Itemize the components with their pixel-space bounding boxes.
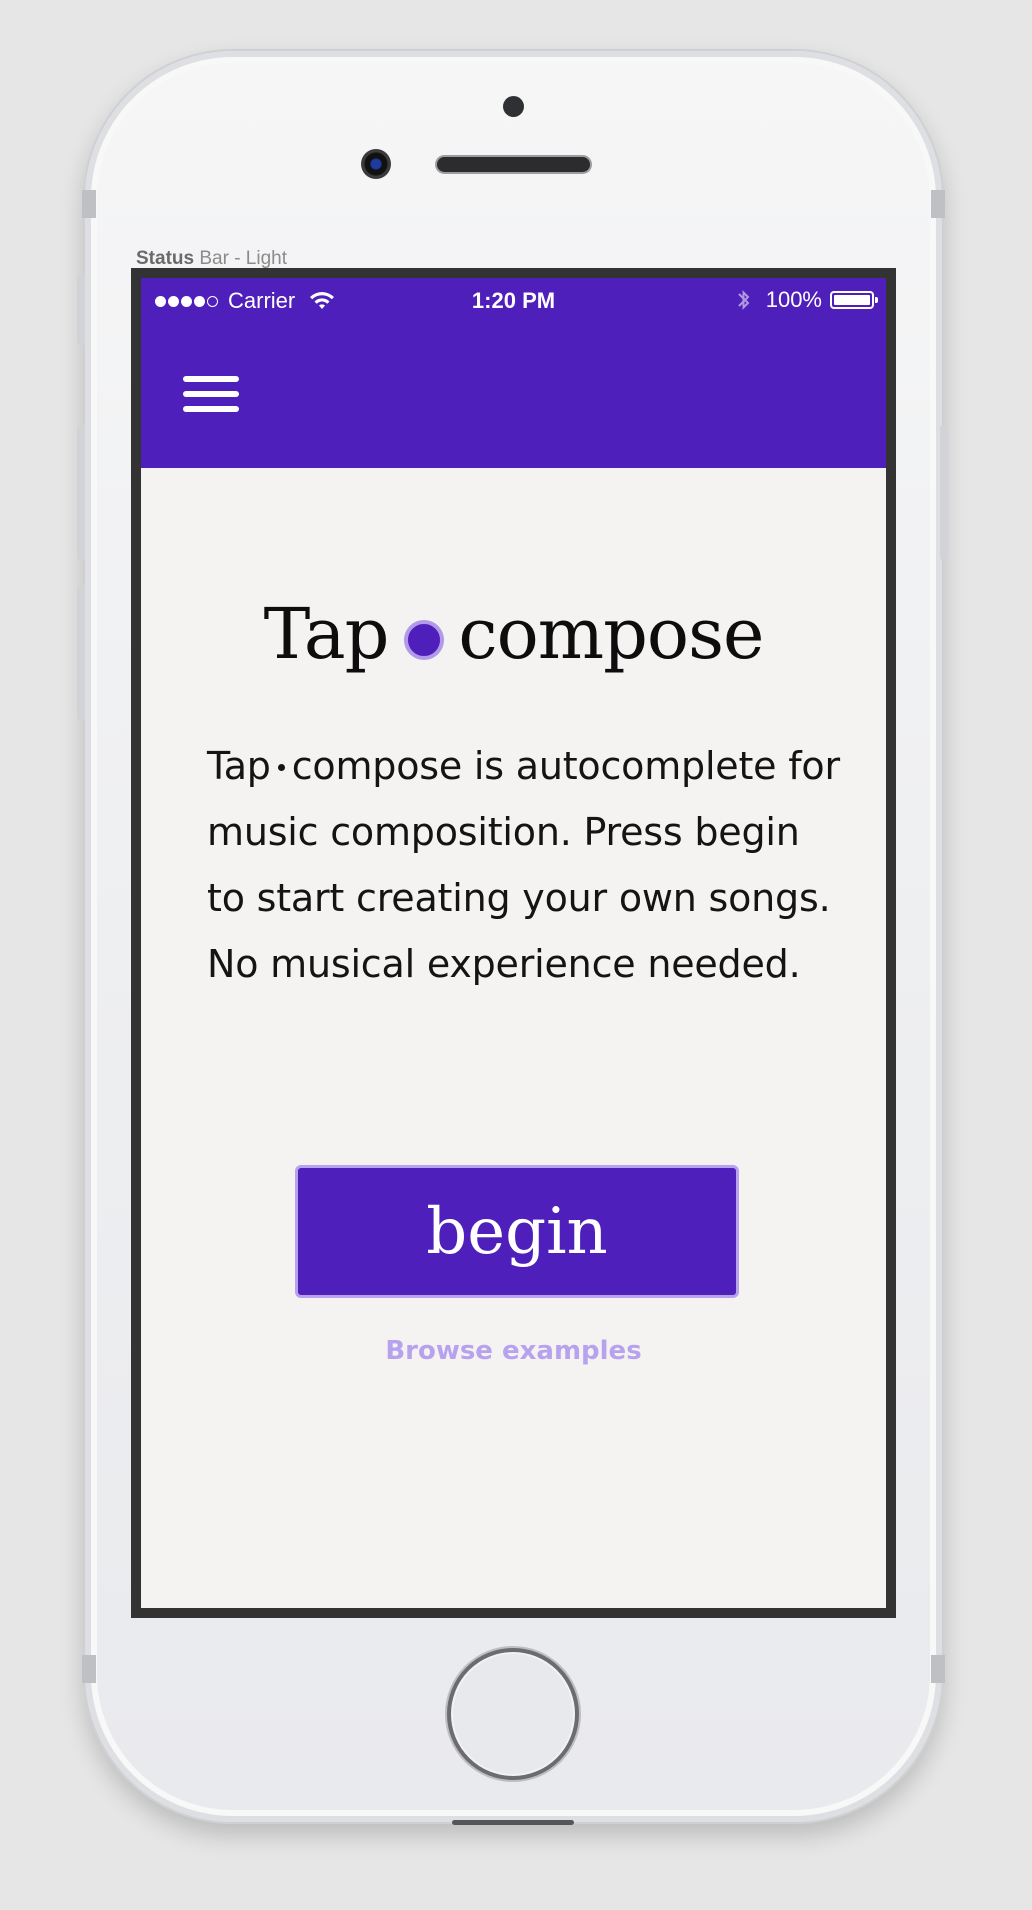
desc-text: compose is autocomplete for music compos… [207, 744, 840, 986]
proximity-sensor [503, 96, 524, 117]
bottom-edge [452, 1820, 574, 1825]
antenna-band [82, 190, 96, 218]
menu-line [183, 406, 239, 412]
status-bar: Carrier 1:20 PM 100% [141, 278, 886, 322]
screen: Carrier 1:20 PM 100% Tap compose Tap com… [131, 268, 896, 1618]
status-label-rest: Bar - Light [194, 248, 288, 269]
begin-button[interactable]: begin [295, 1165, 739, 1298]
title-word-compose: compose [458, 593, 764, 675]
home-button [447, 1648, 579, 1780]
battery-percentage: 100% [765, 287, 822, 312]
app-view: Carrier 1:20 PM 100% Tap compose Tap com… [141, 278, 886, 1608]
front-camera-icon [361, 149, 391, 179]
status-label-strong: Status [136, 248, 195, 269]
menu-line [183, 376, 239, 382]
status-bar-right: 100% [736, 287, 878, 313]
mute-switch [77, 275, 85, 345]
title-word-tap: Tap [263, 593, 390, 675]
power-button [940, 425, 948, 560]
antenna-band [82, 1655, 96, 1683]
top-app-bar: Carrier 1:20 PM 100% [141, 278, 886, 468]
antenna-band [931, 1655, 945, 1683]
hamburger-menu-icon[interactable] [183, 373, 241, 417]
desc-dot-icon [277, 764, 285, 771]
browse-examples-link[interactable]: Browse examples [141, 1336, 886, 1366]
desc-word-tap: Tap [207, 744, 271, 788]
earpiece-speaker [437, 157, 590, 172]
volume-down-button [77, 585, 85, 720]
app-description: Tap compose is autocomplete for music com… [207, 733, 847, 997]
battery-icon [830, 291, 878, 309]
antenna-band [931, 190, 945, 218]
bluetooth-icon [738, 290, 750, 310]
title-dot-icon [404, 620, 445, 660]
battery-fill [834, 295, 870, 305]
volume-up-button [77, 425, 85, 560]
app-title: Tap compose [141, 593, 886, 675]
menu-line [183, 391, 239, 397]
status-bar-layer-label: Status Bar - Light [136, 248, 287, 270]
